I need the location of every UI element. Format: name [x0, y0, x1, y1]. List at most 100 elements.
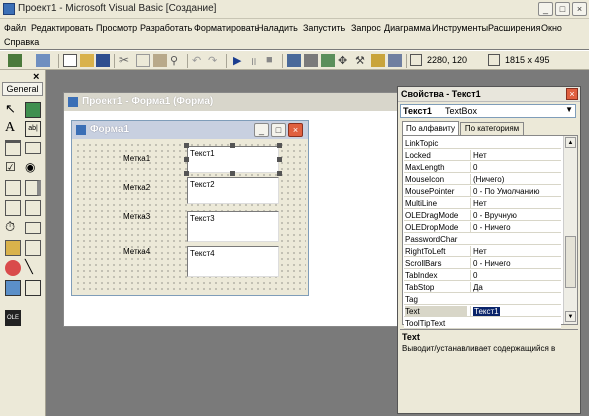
menu-diagram[interactable]: Диаграмма — [384, 23, 431, 33]
prop-row-selected[interactable]: Text Текст1 — [404, 306, 561, 317]
copy-icon[interactable] — [136, 54, 150, 67]
find-icon[interactable]: ⚲ — [170, 54, 184, 67]
prop-row[interactable]: ScrollBars 0 - Ничего — [404, 258, 561, 269]
prop-row[interactable]: ToolTipText — [404, 318, 561, 329]
filelistbox-tool-icon[interactable] — [25, 240, 41, 256]
prop-row[interactable]: LinkTopic — [404, 138, 561, 149]
paste-icon[interactable] — [153, 54, 167, 67]
dirlistbox-tool-icon[interactable] — [5, 240, 21, 256]
menu-view[interactable]: Просмотр — [96, 23, 137, 33]
pointer-tool-icon[interactable]: ↖ — [5, 102, 21, 118]
label-1[interactable]: Метка1 — [123, 154, 150, 163]
component-manager-icon[interactable] — [388, 54, 402, 67]
properties-scrollbar[interactable]: ▲ ▼ — [563, 136, 577, 324]
line-tool-icon[interactable]: ╲ — [25, 260, 41, 276]
redo-icon[interactable]: ↷ — [208, 54, 222, 67]
properties-close-button[interactable]: × — [566, 88, 578, 100]
textbox-3[interactable]: Текст3 — [187, 211, 279, 242]
break-icon[interactable]: ॥ — [250, 54, 264, 68]
tab-categorized[interactable]: По категориям — [460, 122, 524, 135]
prop-row[interactable]: MaxLength 0 — [404, 162, 561, 173]
chevron-down-icon[interactable]: ▼ — [565, 105, 573, 114]
form1[interactable]: Форма1 _ □ × Метка1 Метка2 Метка3 Метка4… — [71, 120, 309, 296]
resize-handle-bl[interactable] — [184, 171, 189, 176]
prop-row[interactable]: TabStop Да — [404, 282, 561, 293]
prop-row[interactable]: PasswordChar — [404, 234, 561, 245]
resize-handle-ml[interactable] — [184, 157, 189, 162]
menu-editor-icon[interactable] — [63, 54, 77, 67]
menu-format[interactable]: Форматировать — [194, 23, 259, 33]
image-tool-icon[interactable] — [5, 280, 21, 296]
ole-tool-icon[interactable]: OLE — [5, 310, 21, 326]
picturebox-tool-icon[interactable] — [25, 102, 41, 118]
menu-addins[interactable]: Расширения — [488, 23, 540, 33]
optionbutton-tool-icon[interactable]: ◉ — [25, 160, 41, 176]
label-3[interactable]: Метка3 — [123, 212, 150, 221]
data-tool-icon[interactable] — [25, 280, 41, 296]
prop-row[interactable]: OLEDropMode 0 - Ничего — [404, 222, 561, 233]
resize-handle-bc[interactable] — [230, 171, 235, 176]
hscrollbar-tool-icon[interactable] — [5, 200, 21, 216]
prop-row[interactable]: MousePointer 0 - По Умолчанию — [404, 186, 561, 197]
prop-row[interactable]: RightToLeft Нет — [404, 246, 561, 257]
add-project-icon[interactable] — [8, 54, 22, 67]
menu-query[interactable]: Запрос — [351, 23, 381, 33]
frame-tool-icon[interactable] — [5, 140, 21, 156]
commandbutton-tool-icon[interactable] — [25, 142, 41, 154]
form-layout-icon[interactable] — [321, 54, 335, 67]
textbox-tool-icon[interactable]: ab| — [25, 121, 41, 137]
shape-tool-icon[interactable] — [5, 260, 21, 276]
cut-icon[interactable]: ✂ — [119, 54, 133, 67]
combobox-tool-icon[interactable] — [5, 180, 21, 196]
menu-help[interactable]: Справка — [4, 37, 39, 47]
menu-tools[interactable]: Инструменты — [432, 23, 488, 33]
open-project-icon[interactable] — [80, 54, 94, 67]
maximize-button[interactable]: □ — [555, 2, 570, 16]
data-view-icon[interactable] — [371, 54, 385, 67]
prop-row[interactable]: MouseIcon (Ничего) — [404, 174, 561, 185]
resize-handle-tr[interactable] — [277, 143, 282, 148]
resize-handle-tc[interactable] — [230, 143, 235, 148]
add-form-icon[interactable] — [36, 54, 50, 67]
prop-row[interactable]: OLEDragMode 0 - Вручную — [404, 210, 561, 221]
properties-window-icon[interactable] — [304, 54, 318, 67]
menu-edit[interactable]: Редактировать — [31, 23, 93, 33]
listbox-tool-icon[interactable] — [25, 180, 41, 196]
textbox-4[interactable]: Текст4 — [187, 246, 279, 277]
resize-handle-mr[interactable] — [277, 157, 282, 162]
object-browser-icon[interactable]: ✥ — [338, 54, 352, 67]
menu-design[interactable]: Разработать — [140, 23, 192, 33]
save-project-icon[interactable] — [96, 54, 110, 67]
prop-row[interactable]: Tag — [404, 294, 561, 305]
textbox-2[interactable]: Текст2 — [187, 177, 279, 204]
project-explorer-icon[interactable] — [287, 54, 301, 67]
resize-handle-br[interactable] — [277, 171, 282, 176]
form-maximize-button[interactable]: □ — [271, 123, 286, 137]
label-4[interactable]: Метка4 — [123, 247, 150, 256]
close-button[interactable]: × — [572, 2, 587, 16]
textbox-1[interactable]: Текст1 — [187, 146, 279, 173]
prop-row[interactable]: MultiLine Нет — [404, 198, 561, 209]
form-minimize-button[interactable]: _ — [254, 123, 269, 137]
prop-row[interactable]: TabIndex 0 — [404, 270, 561, 281]
menu-debug[interactable]: Наладить — [257, 23, 298, 33]
prop-text-value[interactable]: Текст1 — [473, 307, 500, 316]
resize-handle-tl[interactable] — [184, 143, 189, 148]
label-tool-icon[interactable]: A — [5, 121, 21, 137]
checkbox-tool-icon[interactable]: ☑ — [5, 160, 21, 176]
menu-run[interactable]: Запустить — [303, 23, 345, 33]
toolbox-tab-general[interactable]: General — [2, 82, 43, 96]
form-close-button[interactable]: × — [288, 123, 303, 137]
prop-row[interactable]: Locked Нет — [404, 150, 561, 161]
vscrollbar-tool-icon[interactable] — [25, 200, 41, 216]
toolbox-icon[interactable]: ⚒ — [355, 54, 369, 67]
label-2[interactable]: Метка2 — [123, 183, 150, 192]
timer-tool-icon[interactable]: ⏱ — [5, 220, 21, 236]
tab-alphabetic[interactable]: По алфавиту — [402, 121, 459, 135]
menu-window[interactable]: Окно — [541, 23, 562, 33]
drivelistbox-tool-icon[interactable] — [25, 222, 41, 234]
minimize-button[interactable]: _ — [538, 2, 553, 16]
menu-file[interactable]: Файл — [4, 23, 26, 33]
end-icon[interactable]: ■ — [266, 54, 280, 67]
start-icon[interactable]: ▶ — [233, 54, 247, 67]
